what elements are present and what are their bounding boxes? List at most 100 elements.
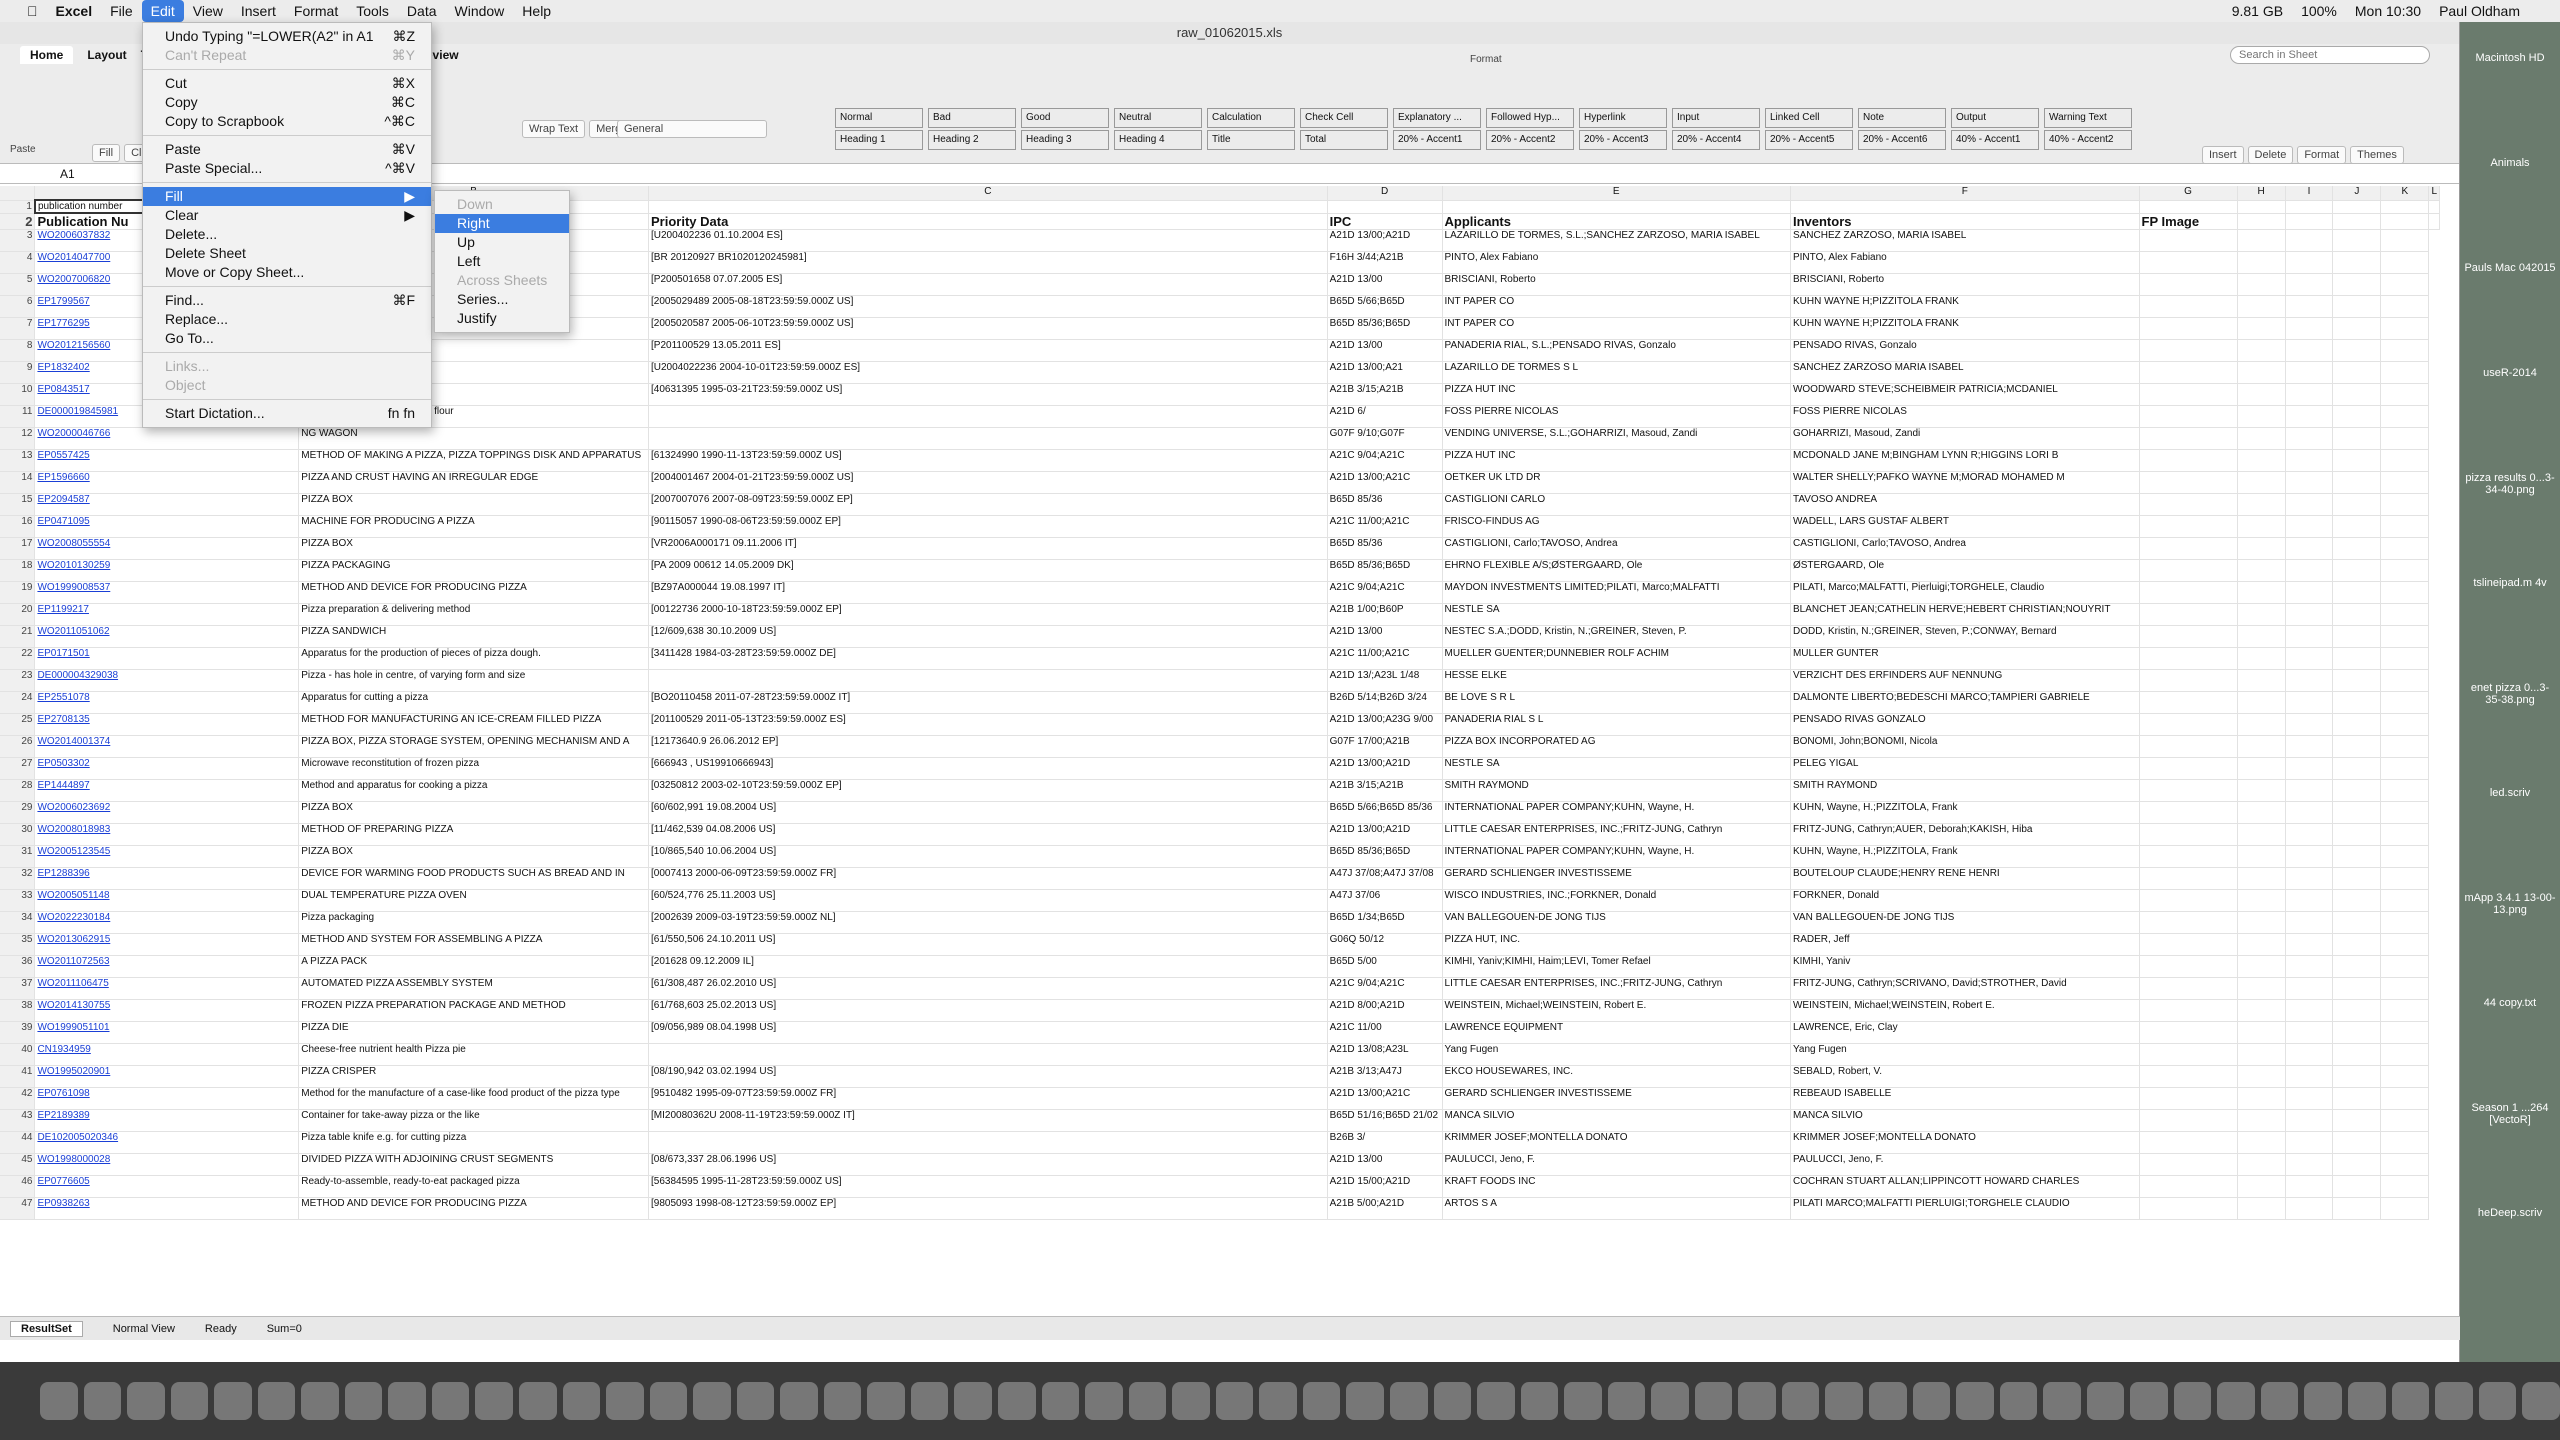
- cell[interactable]: [2285, 229, 2334, 252]
- row-header[interactable]: 25: [0, 713, 36, 736]
- cell[interactable]: [2237, 647, 2286, 670]
- fill-menu-item[interactable]: Right: [435, 214, 569, 233]
- publication-link[interactable]: WO1999051101: [34, 1021, 300, 1044]
- dock-app-icon[interactable]: [2391, 1382, 2430, 1420]
- cell[interactable]: [09/056,989 08.04.1998 US]: [648, 1021, 1328, 1044]
- fill-menu-item[interactable]: Down: [435, 195, 569, 214]
- cell-style-swatch[interactable]: 20% - Accent1: [1393, 130, 1481, 150]
- cell[interactable]: [2139, 427, 2238, 450]
- cell[interactable]: [PA 2009 00612 14.05.2009 DK]: [648, 559, 1328, 582]
- cell[interactable]: [2237, 691, 2286, 714]
- cell[interactable]: [2380, 647, 2430, 670]
- row-header[interactable]: 8: [0, 339, 36, 362]
- cell[interactable]: [2237, 867, 2286, 890]
- publication-link[interactable]: WO2010130259: [34, 559, 300, 582]
- cell[interactable]: [MI20080362U 2008-11-19T23:59:59.000Z IT…: [648, 1109, 1328, 1132]
- cell[interactable]: PIZZA HUT INC: [1442, 383, 1791, 406]
- row-header[interactable]: 19: [0, 581, 36, 604]
- cell[interactable]: [2237, 383, 2286, 406]
- cell[interactable]: [2005029489 2005-08-18T23:59:59.000Z US]: [648, 295, 1328, 318]
- cell[interactable]: Ready-to-assemble, ready-to-eat packaged…: [298, 1175, 649, 1198]
- cell[interactable]: [2332, 1109, 2382, 1132]
- dock-app-icon[interactable]: [1389, 1382, 1428, 1420]
- cell[interactable]: VAN BALLEGOUEN-DE JONG TIJS: [1442, 911, 1791, 934]
- cell[interactable]: [2380, 449, 2430, 472]
- cell[interactable]: [2332, 867, 2382, 890]
- cell[interactable]: [2285, 1065, 2334, 1088]
- header-cell[interactable]: Applicants: [1442, 213, 1791, 230]
- cell[interactable]: [BO20110458 2011-07-28T23:59:59.000Z IT]: [648, 691, 1328, 714]
- cell[interactable]: [2380, 537, 2430, 560]
- cell[interactable]: [2285, 647, 2334, 670]
- cell[interactable]: [2139, 493, 2238, 516]
- cell[interactable]: A21B 3/15;A21B: [1327, 383, 1443, 406]
- cell[interactable]: [2237, 933, 2286, 956]
- cell[interactable]: [2237, 405, 2286, 428]
- view-mode[interactable]: Normal View: [113, 1323, 175, 1335]
- row-header[interactable]: 47: [0, 1197, 36, 1220]
- cell[interactable]: A21C 9/04;A21C: [1327, 449, 1443, 472]
- edit-menu-item[interactable]: Clear ▶: [143, 206, 431, 225]
- cell[interactable]: [2237, 999, 2286, 1022]
- cell[interactable]: PIZZA BOX, PIZZA STORAGE SYSTEM, OPENING…: [298, 735, 649, 758]
- row-header[interactable]: 1: [0, 200, 36, 214]
- cell[interactable]: B65D 51/16;B65D 21/02: [1327, 1109, 1443, 1132]
- cell[interactable]: PIZZA BOX: [298, 493, 649, 516]
- cell[interactable]: [61/308,487 26.02.2010 US]: [648, 977, 1328, 1000]
- cell[interactable]: [2237, 779, 2286, 802]
- row-header[interactable]: 30: [0, 823, 36, 846]
- cell[interactable]: [2285, 339, 2334, 362]
- cell-style-swatch[interactable]: Heading 4: [1114, 130, 1202, 150]
- publication-link[interactable]: WO2014001374: [34, 735, 300, 758]
- cell[interactable]: [2380, 229, 2430, 252]
- cell[interactable]: METHOD AND DEVICE FOR PRODUCING PIZZA: [298, 1197, 649, 1220]
- cell[interactable]: [2237, 515, 2286, 538]
- edit-menu-item[interactable]: Object: [143, 376, 431, 395]
- dock-app-icon[interactable]: [1520, 1382, 1559, 1420]
- cell[interactable]: METHOD AND SYSTEM FOR ASSEMBLING A PIZZA: [298, 933, 649, 956]
- cell[interactable]: PILATI, Marco;MALFATTI, Pierluigi;TORGHE…: [1790, 581, 2140, 604]
- cell[interactable]: [2285, 1109, 2334, 1132]
- cell[interactable]: PIZZA AND CRUST HAVING AN IRREGULAR EDGE: [298, 471, 649, 494]
- cell[interactable]: [2285, 295, 2334, 318]
- cell[interactable]: [2139, 295, 2238, 318]
- cell[interactable]: [U2004022236 2004-10-01T23:59:59.000Z ES…: [648, 361, 1328, 384]
- cell[interactable]: [12/609,638 30.10.2009 US]: [648, 625, 1328, 648]
- publication-link[interactable]: WO2005123545: [34, 845, 300, 868]
- cell[interactable]: SANCHEZ ZARZOSO MARIA ISABEL: [1790, 361, 2140, 384]
- cell[interactable]: MULLER GUNTER: [1790, 647, 2140, 670]
- cell[interactable]: A21C 9/04;A21C: [1327, 977, 1443, 1000]
- row-header[interactable]: 27: [0, 757, 36, 780]
- cell-style-swatch[interactable]: 20% - Accent6: [1858, 130, 1946, 150]
- cell[interactable]: [201100529 2011-05-13T23:59:59.000Z ES]: [648, 713, 1328, 736]
- dock-app-icon[interactable]: [2478, 1382, 2517, 1420]
- dock-app-icon[interactable]: [1433, 1382, 1472, 1420]
- cell[interactable]: G06Q 50/12: [1327, 933, 1443, 956]
- cell[interactable]: [BZ97A000044 19.08.1997 IT]: [648, 581, 1328, 604]
- cell[interactable]: [2332, 647, 2382, 670]
- desktop-icon-label[interactable]: enet pizza 0...3-35-38.png: [2464, 682, 2556, 706]
- user-name[interactable]: Paul Oldham: [2439, 3, 2520, 19]
- dock-app-icon[interactable]: [475, 1382, 514, 1420]
- cell[interactable]: [2332, 1131, 2382, 1154]
- format-cells-button[interactable]: Format: [2297, 146, 2347, 164]
- cell[interactable]: Yang Fugen: [1790, 1043, 2140, 1066]
- cell[interactable]: [08/673,337 28.06.1996 US]: [648, 1153, 1328, 1176]
- dock-app-icon[interactable]: [83, 1382, 122, 1420]
- cell[interactable]: [2285, 977, 2334, 1000]
- cell[interactable]: [648, 1043, 1328, 1066]
- dock-app-icon[interactable]: [823, 1382, 862, 1420]
- cell[interactable]: Pizza - has hole in centre, of varying f…: [298, 669, 649, 692]
- sheet-tab[interactable]: ResultSet: [10, 1320, 83, 1337]
- cell[interactable]: METHOD OF MAKING A PIZZA, PIZZA TOPPINGS…: [298, 449, 649, 472]
- row-header[interactable]: 38: [0, 999, 36, 1022]
- cell[interactable]: A21D 13/;A23L 1/48: [1327, 669, 1443, 692]
- cell[interactable]: [2237, 295, 2286, 318]
- battery-readout[interactable]: 100%: [2301, 3, 2337, 19]
- publication-link[interactable]: WO2014130755: [34, 999, 300, 1022]
- cell[interactable]: [2332, 669, 2382, 692]
- dock-app-icon[interactable]: [344, 1382, 383, 1420]
- row-header[interactable]: 40: [0, 1043, 36, 1066]
- cell[interactable]: [60/524,776 25.11.2003 US]: [648, 889, 1328, 912]
- publication-link[interactable]: EP0938263: [34, 1197, 300, 1220]
